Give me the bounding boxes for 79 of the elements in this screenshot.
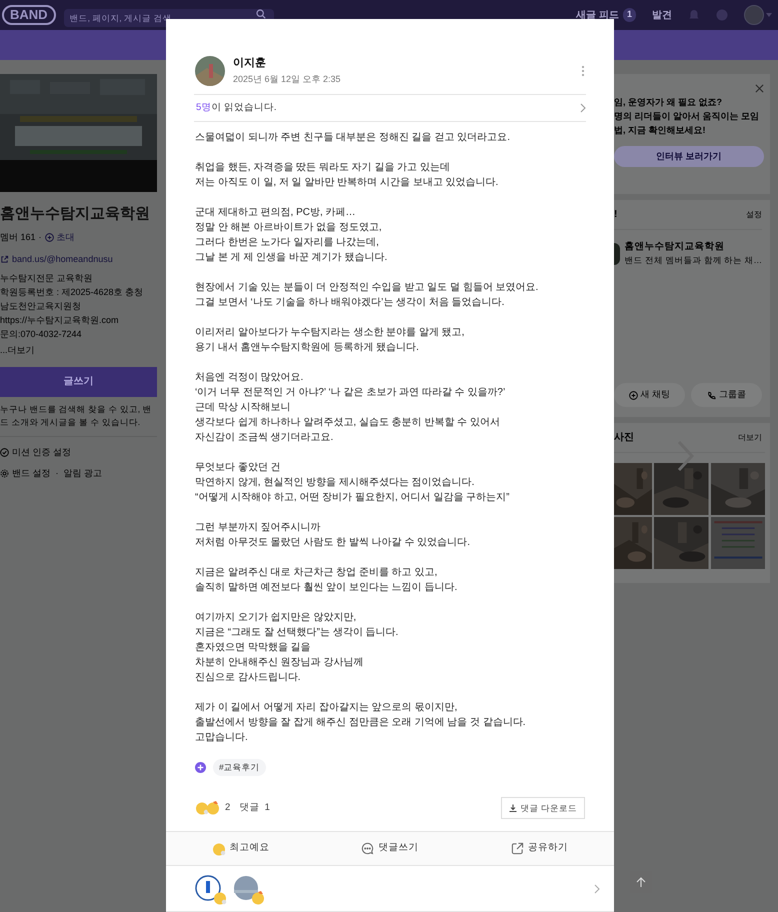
caret-icon[interactable] [766, 13, 772, 17]
bell-icon[interactable] [688, 9, 700, 21]
comment-download-button[interactable]: 댓글 다운로드 [500, 797, 585, 819]
read-count: 5명 [195, 100, 212, 115]
speech-bubble-icon [361, 842, 374, 855]
count-badge: 1 [622, 8, 636, 22]
post-action-button[interactable]: 댓글쓰기 [315, 832, 465, 865]
up-arrow-icon [636, 877, 646, 887]
reactor-avatar [195, 874, 221, 900]
post-paragraph: 스물여덟이 되니까 주변 친구들 대부분은 정해진 길을 걷고 있더라고요. [195, 131, 512, 145]
post-paragraph: 이리저리 알아보다가 누수탐지라는 생소한 분야를 알게 됐고, 용기 내서 홈앤누수탐지학원에 등록하게 됐습니다. [195, 326, 466, 355]
author-name[interactable]: 이지훈 [233, 54, 341, 71]
post-date: 2025년 6월 12일 오후 2:35 [233, 73, 341, 86]
chat-room-preview: 밴드 전체 멤버들과 함께 하는 채… [624, 254, 762, 267]
more-link[interactable]: ...더보기 [0, 344, 35, 358]
download-icon [508, 804, 517, 812]
chat-avatar [614, 242, 620, 264]
chevron-right-icon [594, 884, 600, 894]
emoji-icon [206, 801, 220, 815]
search-icon [256, 9, 266, 19]
author-avatar [195, 56, 225, 86]
post-paragraph: 여기까지 오기가 쉽지만은 않았지만, 지금은 “그래도 잘 선택했다”는 생각이 듭니다. 혼자였으면 막막했을 길을 차분히 안내해주신 원장님과 강사님께 진심으로 감사드립니다. [195, 611, 400, 685]
phone-icon [707, 390, 716, 400]
emoji-icon [251, 890, 265, 904]
reactor-avatar [233, 874, 259, 900]
post-paragraph: 지금은 알려주신 대로 차근차근 창업 준비를 하고 있고, 솔직히 말하면 예전보다 훨씬 앞이 보인다는 느낌이 듭니다. [195, 566, 458, 595]
post-action-button[interactable]: 공유하기 [464, 832, 614, 865]
read-status-row[interactable]: 5명 이 읽었습니다. [194, 94, 586, 122]
close-icon[interactable] [755, 84, 764, 93]
add-tag-icon[interactable] [195, 762, 206, 773]
band-link[interactable]: band.us/@homeandnusu [12, 252, 113, 266]
promo-text: 임, 운영자가 왜 필요 없죠? 명의 리더들이 알아서 움직이는 모임 법, 지금 확인해보세요! [614, 96, 760, 137]
settings-link[interactable]: 설정 [746, 208, 762, 220]
emoji-icon [195, 801, 209, 815]
post-paragraph: 현장에서 기술 있는 분들이 더 안정적인 수입을 받고 일도 덜 힘들어 보였어요. 그걸 보면서 ‘나도 기술을 하나 배워야겠다’는 생각이 처음 들었습니다. [195, 281, 540, 310]
more-link[interactable]: 더보기 [738, 432, 762, 444]
plus-circle-icon [628, 390, 638, 400]
chat-room-name: 홈앤누수탐지교육학원 [624, 240, 726, 254]
band-notice: 누구나 밴드를 검색해 찾을 수 있고, 밴드 소개와 게시글을 볼 수 있습니다. [0, 402, 157, 436]
post-paragraph: 처음엔 걱정이 많았어요. ‘이거 너무 전문적인 거 아냐?’ ‘나 같은 초보가 과연 따라갈 수 있을까?’ 근데 막상 시작해보니 생각보다 쉽게 하나하나 알려주셨고, 실습도 충분히 반복할 수 있어서 자신감이 조금씩 생기더라고요. [195, 371, 506, 445]
kebab-menu-icon[interactable] [581, 64, 585, 76]
band-logo[interactable]: BAND [2, 5, 56, 25]
post-paragraph: 그런 부분까지 짚어주시니까 저처럼 아무것도 몰랐던 사람도 한 발씩 나아갈 수 있었습니다. [195, 521, 472, 550]
post-action-button[interactable]: 최고예요 [166, 832, 316, 865]
read-text: 이 읽었습니다. [211, 100, 277, 115]
settings-link[interactable]: 알림 광고 [64, 467, 102, 480]
settings-link[interactable]: 밴드 설정 [12, 467, 51, 480]
chat-room-item[interactable]: 홈앤누수탐지교육학원 밴드 전체 멤버들과 함께 하는 채… [614, 240, 762, 267]
separator-dot: · [54, 467, 60, 480]
post-paragraph: 무엇보다 좋았던 건 막연하지 않게, 현실적인 방향을 제시해주셨다는 점이었습니다. “어떻게 시작해야 하고, 어떤 장비가 필요한지, 어디서 일감을 구하는지” [195, 461, 510, 505]
share-icon [510, 842, 524, 855]
check-circle-icon [0, 448, 9, 457]
emoji-icon [213, 890, 227, 904]
chat-title: ! [614, 208, 618, 222]
chat-action-button[interactable]: 새 채팅 [614, 383, 685, 407]
chat-action-button[interactable]: 그룹콜 [691, 383, 762, 407]
comment-count[interactable]: 댓글 1 [239, 800, 270, 816]
invite-link[interactable]: 초대 [56, 231, 75, 244]
profile-avatar[interactable] [744, 5, 764, 25]
band-name: 홈앤누수탐지교육학원 [0, 204, 151, 224]
mission-link[interactable]: 미션 인증 설정 [12, 446, 72, 459]
write-button[interactable]: 글쓰기 [0, 366, 157, 396]
photos-title: 사진 [614, 431, 634, 445]
plus-circle-icon [44, 233, 54, 242]
separator-dot: · [38, 231, 42, 244]
nav-link[interactable]: 발견 [652, 8, 672, 22]
emoji-icon [212, 842, 226, 856]
hashtag-chip[interactable]: #교육후기 [213, 759, 266, 776]
post-paragraph: 취업을 했든, 자격증을 땄든 뭐라도 자기 길을 가고 있는데 저는 아직도 이 일, 저 일 알바만 반복하며 시간을 보내고 있었습니다. [195, 161, 500, 190]
chat-icon[interactable] [716, 9, 728, 21]
share-icon [0, 254, 9, 264]
reaction-count[interactable]: 2 [225, 800, 230, 816]
post-paragraph: 제가 이 길에서 어떻게 자리 잡아갈지는 앞으로의 몫이지만, 출발선에서 방향을 잘 잡게 해주신 점만큼은 오래 기억에 남을 것 같습니다. 고맙습니다. [195, 701, 527, 745]
gear-icon [0, 469, 9, 478]
chevron-right-icon [580, 103, 586, 113]
band-description: 누수탐지전문 교육학원 학원등록번호 : 제2025-4628호 충청 남도천안교육지원청 https://누수탐지교육학원.com 문의:070-4032-7244 [0, 272, 144, 341]
post-paragraph: 군대 제대하고 편의점, PC방, 카페… 정말 안 해본 아르바이트가 없을 정도였고, 그러다 한번은 노가다 일자리를 나갔는데, 그날 본 게 제 인생을 바꾼 계기가 됐습니다. [195, 206, 388, 265]
interview-button[interactable]: 인터뷰 보러가기 [614, 146, 764, 167]
member-count: 멤버 161 [0, 231, 36, 244]
